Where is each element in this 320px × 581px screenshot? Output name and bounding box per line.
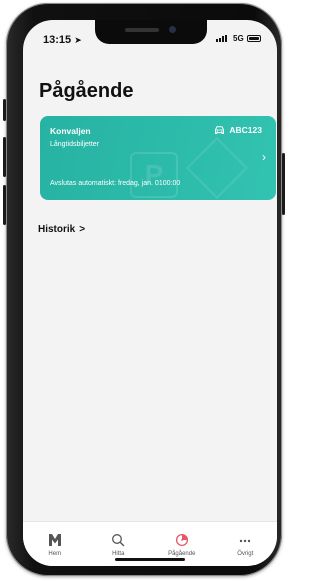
signal-icon <box>216 35 227 42</box>
tab-home[interactable]: Hem <box>23 522 87 566</box>
status-time: 13:15 ➤ <box>43 34 82 46</box>
license-plate: ABC123 <box>214 125 262 135</box>
mute-switch <box>3 99 6 121</box>
volume-up-button <box>3 137 6 177</box>
power-button <box>282 153 285 215</box>
m-logo-icon <box>48 534 61 546</box>
network-label: 5G <box>233 34 244 43</box>
auto-end-text: Avslutas automatiskt: fredag, jan. 0100:… <box>50 180 181 187</box>
clock-icon <box>175 533 188 547</box>
more-icon <box>240 539 251 543</box>
active-parking-card[interactable]: P Konvaljen Långtidsbiljetter ABC123 Avs… <box>40 116 276 200</box>
license-plate-text: ABC123 <box>229 125 262 135</box>
search-icon <box>112 534 125 547</box>
chevron-right-icon: › <box>262 150 266 164</box>
car-icon <box>215 125 225 134</box>
parking-sign-watermark: P <box>130 152 178 198</box>
page-title: Pågående <box>39 80 134 102</box>
tab-ongoing-label: Pågående <box>168 551 196 557</box>
phone-frame: 13:15 ➤ 5G Pågående P Konvaljen Långtids… <box>3 3 285 576</box>
front-camera <box>169 26 176 33</box>
tab-more-label: Övrigt <box>237 551 254 557</box>
tab-home-label: Hem <box>48 551 62 557</box>
tab-find-label: Hitta <box>112 551 125 557</box>
history-label: Historik <box>38 224 76 235</box>
tab-more[interactable]: Övrigt <box>214 522 278 566</box>
speaker <box>125 28 159 32</box>
chevron-right-icon: > <box>79 224 86 235</box>
volume-down-button <box>3 185 6 225</box>
phone-screen: 13:15 ➤ 5G Pågående P Konvaljen Långtids… <box>23 20 277 566</box>
location-arrow-icon: ➤ <box>74 35 82 45</box>
history-link[interactable]: Historik > <box>38 224 85 235</box>
home-indicator[interactable] <box>115 558 185 561</box>
zone-name: Konvaljen <box>50 126 91 136</box>
notch <box>95 20 207 44</box>
card-decoration <box>185 136 249 200</box>
status-bar: 13:15 ➤ 5G <box>23 20 277 60</box>
battery-icon <box>247 35 261 42</box>
ticket-type: Långtidsbiljetter <box>50 141 100 148</box>
